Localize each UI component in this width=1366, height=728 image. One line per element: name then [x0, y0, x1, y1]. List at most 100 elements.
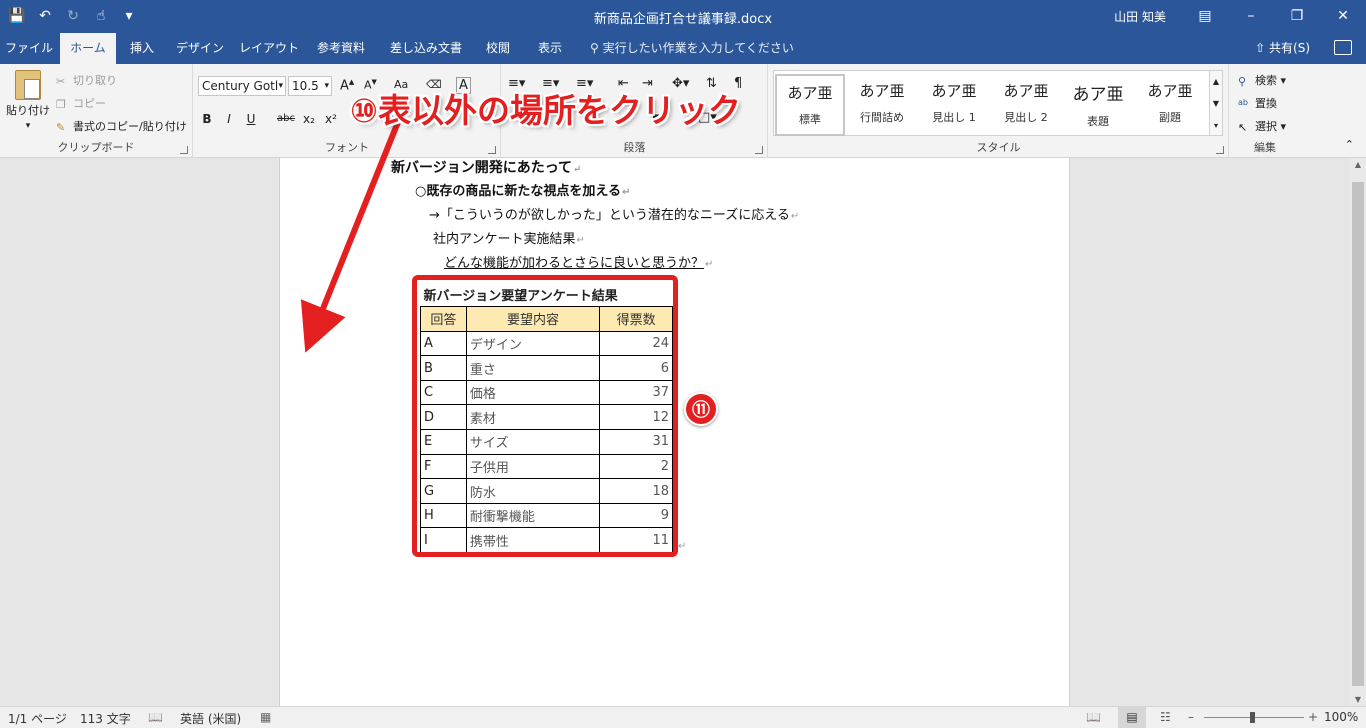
paragraph-mark: ↵ — [573, 164, 582, 175]
web-layout-icon[interactable]: ☷ — [1160, 710, 1171, 724]
styles-scroll[interactable]: ▲ ▼ ▾ — [1209, 70, 1223, 136]
clipboard-launcher-icon[interactable] — [180, 146, 188, 154]
table-highlight-frame — [412, 275, 678, 557]
scrollbar-thumb[interactable] — [1352, 182, 1364, 686]
needs-line[interactable]: →「こういうのが欲しかった」という潜在的なニーズに応える↵ — [429, 204, 799, 223]
replace-icon: ab — [1238, 98, 1248, 107]
share-button[interactable]: ⇧ 共有(S) — [1255, 33, 1310, 64]
copy-label: コピー — [73, 97, 106, 110]
font-size-select[interactable]: 10.5 ▾ — [288, 76, 332, 96]
step-number-badge: ⑪ — [684, 392, 718, 426]
instruction-callout: ⑩表以外の場所をクリック — [350, 91, 741, 130]
underline-button[interactable]: U — [242, 110, 260, 128]
user-name[interactable]: 山田 知美 — [1114, 8, 1166, 25]
paragraph-mark: ↵ — [705, 259, 714, 270]
survey-line[interactable]: 社内アンケート実施結果↵ — [433, 228, 585, 247]
zoom-level[interactable]: 100% — [1324, 710, 1358, 724]
zoom-out-icon[interactable]: – — [1188, 710, 1194, 724]
paste-icon — [15, 70, 41, 100]
clipboard-group: 貼り付け ▾ ✂ 切り取り ❐ コピー ✎ 書式のコピー/貼り付け クリップボード — [0, 64, 193, 158]
question-line[interactable]: どんな機能が加わるとさらに良いと思うか？↵ — [444, 252, 713, 271]
styles-group: あア亜 標準 あア亜 行間詰め あア亜 見出し 1 あア亜 見出し 2 あア亜 表題 あア… — [769, 64, 1229, 158]
style-subtitle[interactable]: あア亜 副題 — [1135, 74, 1205, 136]
macro-icon[interactable]: ▦ — [260, 710, 271, 724]
tab-view[interactable]: 表示 — [522, 33, 578, 64]
zoom-slider-thumb[interactable] — [1250, 712, 1255, 723]
tab-references[interactable]: 参考資料 — [306, 33, 376, 64]
select-button[interactable]: ↖ 選択 ▾ — [1238, 118, 1286, 134]
minimize-icon[interactable]: – — [1228, 0, 1274, 33]
proofing-icon[interactable]: 📖 — [148, 710, 163, 724]
share-icon: ⇧ — [1255, 41, 1270, 55]
comments-icon[interactable] — [1334, 40, 1352, 55]
cut-button[interactable]: ✂ 切り取り — [56, 72, 117, 88]
tell-me-search[interactable]: ⚲ 実行したい作業を入力してください — [590, 33, 794, 64]
find-button[interactable]: ⚲ 検索 ▾ — [1238, 72, 1286, 88]
style-name: 表題 — [1087, 115, 1109, 128]
document-heading[interactable]: 新バージョン開発にあたって↵ — [391, 157, 581, 177]
restore-icon[interactable]: ❐ — [1274, 0, 1320, 33]
style-no-spacing[interactable]: あア亜 行間詰め — [847, 74, 917, 136]
title-bar: 💾 ↶ ↻ ☝ ▾ 新商品企画打合せ議事録.docx 山田 知美 ▤ – ❐ ✕ — [0, 0, 1366, 33]
style-sample: あア亜 — [859, 82, 905, 100]
paste-label: 貼り付け — [6, 104, 50, 117]
paragraph-group-label: 段落 — [623, 141, 646, 154]
style-name: 見出し 1 — [932, 111, 976, 124]
clipboard-group-label: クリップボード — [57, 141, 135, 154]
bullet-line[interactable]: ○既存の商品に新たな視点を加える↵ — [415, 180, 630, 199]
superscript-button[interactable]: x² — [322, 110, 340, 128]
style-title[interactable]: あア亜 表題 — [1063, 74, 1133, 136]
tab-layout[interactable]: レイアウト — [234, 33, 304, 64]
paste-button[interactable]: 貼り付け ▾ — [6, 70, 50, 131]
vertical-scrollbar[interactable]: ▲ ▼ — [1350, 158, 1366, 706]
scroll-up-icon[interactable]: ▲ — [1350, 160, 1366, 169]
font-size-value: 10.5 — [292, 79, 319, 93]
tab-home[interactable]: ホーム — [60, 33, 116, 64]
cursor-icon: ↖ — [1238, 121, 1248, 134]
bold-button[interactable]: B — [198, 110, 216, 128]
zoom-in-icon[interactable]: + — [1308, 710, 1318, 724]
tab-file[interactable]: ファイル — [0, 33, 58, 64]
style-name: 行間詰め — [860, 111, 904, 124]
tab-mailings[interactable]: 差し込み文書 — [378, 33, 474, 64]
style-heading-2[interactable]: あア亜 見出し 2 — [991, 74, 1061, 136]
scissors-icon: ✂ — [56, 75, 66, 88]
styles-group-label: スタイル — [976, 141, 1021, 154]
tab-design[interactable]: デザイン — [168, 33, 232, 64]
print-layout-icon[interactable]: ▤ — [1118, 707, 1146, 728]
scroll-down-icon[interactable]: ▼ — [1350, 695, 1366, 704]
style-heading-1[interactable]: あア亜 見出し 1 — [919, 74, 989, 136]
style-name: 標準 — [799, 113, 821, 126]
close-icon[interactable]: ✕ — [1320, 0, 1366, 33]
tell-me-text: 実行したい作業を入力してください — [602, 41, 794, 55]
search-icon: ⚲ — [1238, 75, 1247, 88]
tab-review[interactable]: 校閲 — [476, 33, 520, 64]
style-normal[interactable]: あア亜 標準 — [775, 74, 845, 136]
editing-group-label: 編集 — [1254, 141, 1276, 154]
find-label: 検索 — [1255, 74, 1277, 87]
replace-button[interactable]: ab 置換 — [1238, 95, 1277, 111]
paragraph-mark: ↵ — [621, 187, 631, 198]
read-mode-icon[interactable]: 📖 — [1086, 710, 1101, 724]
copy-button[interactable]: ❐ コピー — [56, 95, 106, 111]
page-count[interactable]: 1/1 ページ — [8, 710, 67, 727]
ribbon-tabs: ファイル ホーム 挿入 デザイン レイアウト 参考資料 差し込み文書 校閲 表示… — [0, 33, 1366, 64]
needs-text: →「こういうのが欲しかった」という潜在的なニーズに応える — [429, 208, 790, 223]
ribbon-display-options-icon[interactable]: ▤ — [1182, 0, 1228, 33]
collapse-ribbon-icon[interactable]: ⌃ — [1345, 138, 1354, 151]
styles-launcher-icon[interactable] — [1216, 146, 1224, 154]
subscript-button[interactable]: x₂ — [300, 110, 318, 128]
paintbrush-icon: ✎ — [56, 121, 66, 134]
font-name-select[interactable]: Century Gotl ▾ — [198, 76, 286, 96]
bullet-text: ○既存の商品に新たな視点を加える — [415, 184, 621, 199]
font-launcher-icon[interactable] — [488, 146, 496, 154]
italic-button[interactable]: I — [220, 110, 238, 128]
tab-insert[interactable]: 挿入 — [118, 33, 166, 64]
language-indicator[interactable]: 英語 (米国) — [180, 710, 241, 727]
style-name: 副題 — [1159, 111, 1181, 124]
paragraph-launcher-icon[interactable] — [755, 146, 763, 154]
word-count[interactable]: 113 文字 — [80, 710, 131, 727]
style-sample: あア亜 — [1147, 82, 1193, 100]
format-painter-button[interactable]: ✎ 書式のコピー/貼り付け — [56, 118, 187, 134]
strikethrough-button[interactable]: abc — [274, 110, 298, 128]
